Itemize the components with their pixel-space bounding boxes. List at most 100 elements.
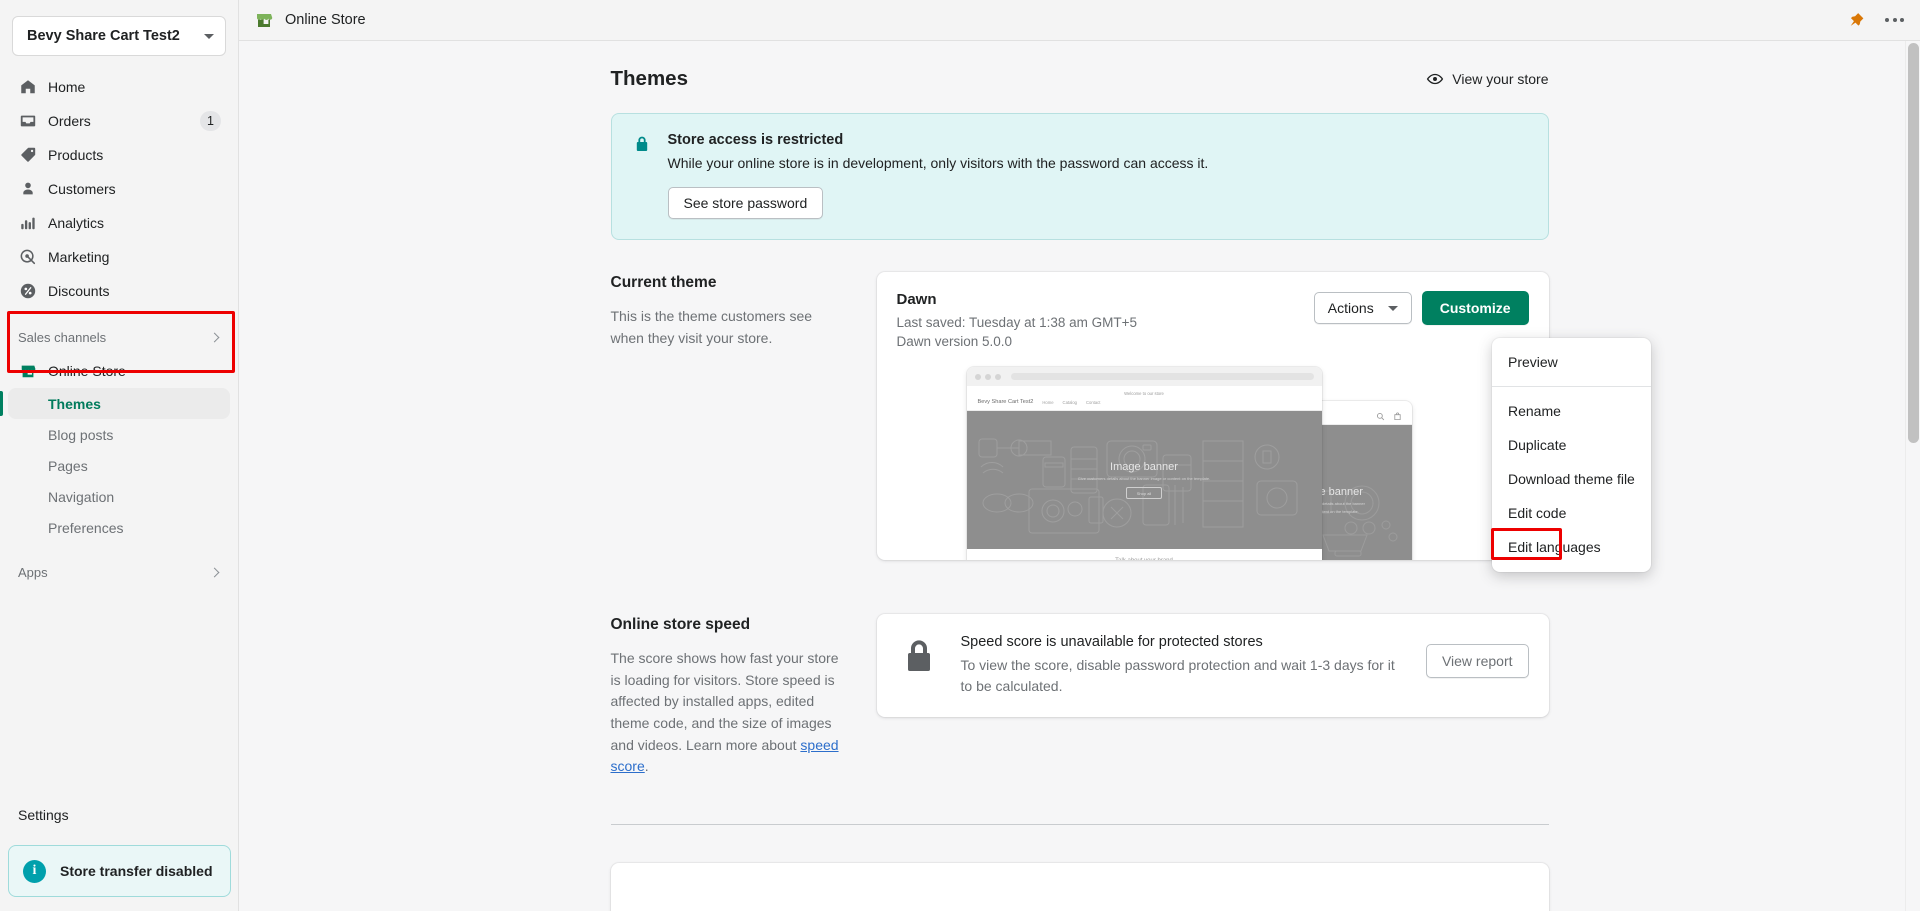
sidebar-item-orders[interactable]: Orders 1 — [8, 104, 230, 138]
menu-item-preview[interactable]: Preview — [1492, 345, 1651, 379]
sidebar-item-label: Orders — [48, 113, 91, 129]
sidebar-item-label: Customers — [48, 181, 116, 197]
sidebar-item-label: Discounts — [48, 283, 110, 299]
sidebar-item-label: Analytics — [48, 215, 105, 231]
apps-title: Apps — [18, 564, 48, 580]
pin-icon[interactable] — [1847, 11, 1865, 29]
menu-item-rename[interactable]: Rename — [1492, 394, 1651, 428]
browser-chrome-bar — [966, 367, 1322, 387]
info-icon: i — [23, 859, 46, 883]
online-store-group: Online Store Themes Blog posts Pages Nav… — [0, 354, 238, 543]
menu-item-duplicate[interactable]: Duplicate — [1492, 428, 1651, 462]
apps-header[interactable]: Apps — [8, 557, 230, 587]
chevron-down-icon — [204, 33, 214, 39]
orders-badge: 1 — [200, 111, 221, 131]
view-your-store-link[interactable]: View your store — [1426, 70, 1549, 88]
eye-icon — [1426, 70, 1444, 88]
storefront-icon — [18, 361, 38, 381]
top-bar-title: Online Store — [285, 12, 366, 28]
page-container: Themes View your store Store access is r… — [610, 41, 1549, 911]
sidebar-subitem-label: Blog posts — [48, 426, 114, 443]
theme-version: Dawn version 5.0.0 — [896, 334, 1013, 350]
marketing-target-icon — [18, 247, 38, 267]
sales-channels-title: Sales channels — [18, 329, 107, 345]
ellipsis-icon[interactable] — [1883, 14, 1906, 26]
sidebar-item-label: Settings — [18, 807, 69, 823]
customers-person-icon — [18, 179, 38, 199]
storefront-icon — [254, 10, 274, 30]
sidebar-item-blog-posts[interactable]: Blog posts — [8, 419, 230, 450]
store-speed-heading: Online store speed — [610, 616, 751, 633]
browser-dot — [984, 373, 991, 380]
theme-card: Dawn Last saved: Tuesday at 1:38 am GMT+… — [876, 272, 1549, 560]
sidebar-subitem-label: Themes — [48, 395, 101, 412]
actions-button[interactable]: Actions — [1313, 292, 1412, 324]
preview-hero-subtitle: Give customers details about the banner … — [1077, 476, 1211, 482]
analytics-bars-icon — [18, 213, 38, 233]
sidebar-item-home[interactable]: Home — [8, 70, 230, 104]
current-theme-description-col: Current theme This is the theme customer… — [611, 272, 877, 560]
theme-card-header: Dawn Last saved: Tuesday at 1:38 am GMT+… — [897, 291, 1529, 351]
current-theme-description: This is the theme customers see when the… — [610, 308, 813, 346]
preview-section-caption: Talk about your brand — [967, 549, 1322, 560]
page-title: Themes — [610, 67, 688, 90]
store-transfer-banner[interactable]: i Store transfer disabled — [8, 845, 231, 897]
sidebar-item-preferences[interactable]: Preferences — [8, 512, 230, 543]
vertical-scrollbar-thumb[interactable] — [1908, 43, 1919, 443]
sales-channels-header[interactable]: Sales channels — [8, 322, 230, 352]
sidebar-item-navigation[interactable]: Navigation — [8, 481, 230, 512]
content-scroll-area: Themes View your store Store access is r… — [239, 41, 1920, 911]
speed-score-title: Speed score is unavailable for protected… — [960, 634, 1263, 650]
store-transfer-label: Store transfer disabled — [60, 863, 213, 879]
store-speed-desc-part2: . — [644, 758, 649, 775]
store-speed-description-col: Online store speed The score shows how f… — [611, 614, 877, 778]
sidebar-item-analytics[interactable]: Analytics — [8, 206, 230, 240]
store-switcher-label: Bevy Share Cart Test2 — [27, 28, 180, 44]
sidebar-item-pages[interactable]: Pages — [8, 450, 230, 481]
products-tag-icon — [18, 145, 38, 165]
search-icon — [1376, 408, 1385, 421]
current-theme-heading: Current theme — [610, 274, 717, 291]
main-area: Online Store Themes View your store Stor… — [239, 0, 1920, 911]
sidebar-subitem-label: Navigation — [48, 488, 115, 505]
sidebar-item-online-store[interactable]: Online Store — [8, 354, 230, 388]
page-header: Themes View your store — [611, 67, 1549, 91]
sidebar-item-label: Home — [48, 79, 86, 95]
sidebar-item-label: Products — [48, 147, 104, 163]
speed-score-card: Speed score is unavailable for protected… — [876, 614, 1549, 717]
sidebar-item-discounts[interactable]: Discounts — [8, 274, 230, 308]
banner-text: While your online store is in developmen… — [667, 155, 1209, 171]
menu-divider — [1492, 386, 1651, 387]
sidebar-item-themes[interactable]: Themes — [0, 388, 230, 419]
see-store-password-button[interactable]: See store password — [667, 187, 824, 219]
menu-item-edit-languages[interactable]: Edit languages — [1492, 530, 1651, 564]
lock-icon — [632, 134, 652, 154]
theme-action-buttons: Actions Customize — [1313, 291, 1529, 325]
cart-icon — [1393, 408, 1402, 421]
discounts-percent-icon — [18, 281, 38, 301]
preview-announcement-bar: Welcome to our store — [1124, 391, 1164, 397]
vertical-scrollbar[interactable] — [1905, 41, 1920, 911]
sidebar-item-marketing[interactable]: Marketing — [8, 240, 230, 274]
preview-nav-link: Home — [1042, 399, 1054, 405]
sidebar-footer: Settings i Store transfer disabled — [0, 798, 239, 911]
store-switcher[interactable]: Bevy Share Cart Test2 — [12, 16, 226, 56]
store-speed-section: Online store speed The score shows how f… — [611, 614, 1549, 778]
theme-desktop-preview[interactable]: Welcome to our store Bevy Share Cart Tes… — [966, 367, 1322, 560]
preview-hero-button: Shop all — [1125, 487, 1163, 500]
sidebar-item-settings[interactable]: Settings — [8, 798, 231, 837]
menu-item-edit-code[interactable]: Edit code — [1492, 496, 1651, 530]
browser-dot — [994, 373, 1001, 380]
sidebar-item-products[interactable]: Products — [8, 138, 230, 172]
speed-score-body: Speed score is unavailable for protected… — [961, 634, 1426, 697]
menu-item-download-theme-file[interactable]: Download theme file — [1492, 462, 1651, 496]
customize-button[interactable]: Customize — [1421, 291, 1529, 325]
actions-button-label: Actions — [1327, 300, 1374, 316]
section-divider — [610, 824, 1549, 826]
view-report-button[interactable]: View report — [1425, 644, 1529, 678]
sidebar: Bevy Share Cart Test2 Home Orders 1 Prod… — [0, 0, 239, 911]
next-section-card — [610, 863, 1549, 911]
sidebar-item-customers[interactable]: Customers — [8, 172, 230, 206]
store-speed-card-col: Speed score is unavailable for protected… — [876, 614, 1549, 778]
speed-score-action: View report — [1425, 634, 1529, 678]
